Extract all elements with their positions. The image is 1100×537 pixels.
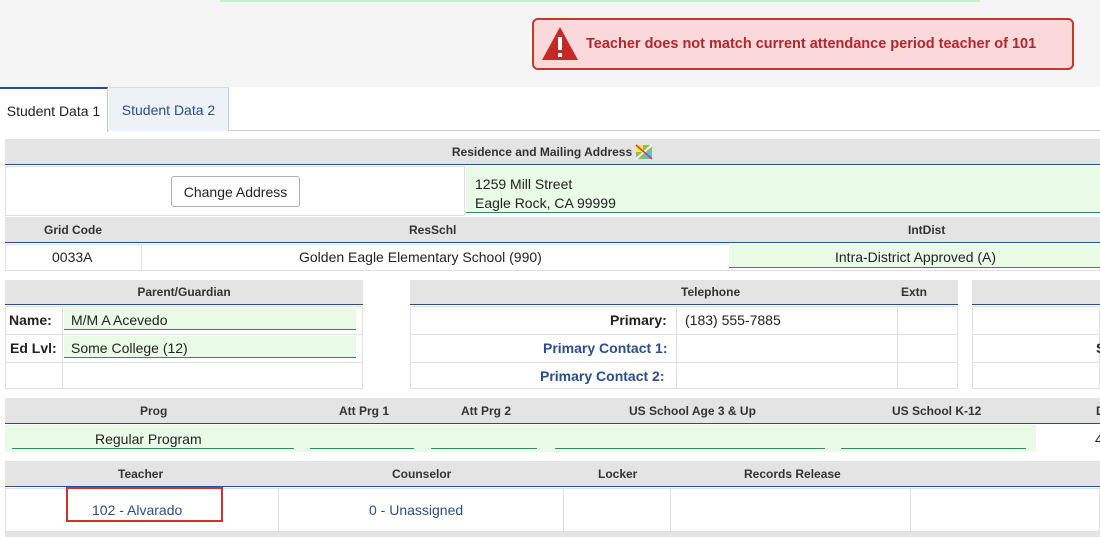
locker-header: Locker xyxy=(598,467,638,481)
ed-lvl-value: Some College (12) xyxy=(71,340,188,356)
right-edge-label: S xyxy=(1096,340,1100,356)
prog-value: Regular Program xyxy=(95,431,202,447)
tab-student-data-2[interactable]: Student Data 2 xyxy=(109,87,229,131)
att-prg-1-header: Att Prg 1 xyxy=(339,404,390,418)
right-header xyxy=(972,280,1100,305)
att-prg-1-field[interactable] xyxy=(310,425,414,449)
divider xyxy=(62,306,63,389)
divider xyxy=(5,362,363,363)
edge-value: 4 xyxy=(1095,431,1100,447)
change-address-button[interactable]: Change Address xyxy=(171,176,300,207)
counselor-header: Counselor xyxy=(392,467,452,481)
resschl-value: Golden Eagle Elementary School (990) xyxy=(299,249,542,265)
grid-code-value: 0033A xyxy=(52,249,93,265)
divider xyxy=(5,334,363,335)
divider xyxy=(563,488,564,532)
divider xyxy=(141,244,142,271)
divider xyxy=(910,488,911,532)
warning-icon xyxy=(542,27,578,60)
us-school-age-header: US School Age 3 & Up xyxy=(629,404,756,418)
ed-lvl-label: Ed Lvl: xyxy=(10,340,57,356)
divider xyxy=(972,334,1100,335)
intdist-header: IntDist xyxy=(908,223,946,237)
divider xyxy=(278,488,279,532)
staff-header-row xyxy=(5,461,1100,487)
prog-header: Prog xyxy=(140,404,168,418)
alert-message: Teacher does not match current attendanc… xyxy=(586,36,1037,52)
teacher-header: Teacher xyxy=(118,467,164,481)
address-line-1: 1259 Mill Street xyxy=(475,176,573,192)
primary-contact-2-link[interactable]: Primary Contact 2: xyxy=(540,368,664,384)
extn-header: Extn xyxy=(901,285,928,299)
telephone-table xyxy=(410,306,958,389)
name-label: Name: xyxy=(9,312,52,328)
resschl-header: ResSchl xyxy=(409,223,457,237)
parent-header: Parent/Guardian xyxy=(5,280,363,305)
divider xyxy=(897,306,898,389)
divider xyxy=(410,334,958,335)
divider xyxy=(410,362,958,363)
edge-header: D xyxy=(1096,404,1100,418)
parent-name-value: M/M A Acevedo xyxy=(71,312,168,328)
us-school-age-field[interactable] xyxy=(555,425,825,449)
right-table xyxy=(972,306,1100,389)
records-release-header: Records Release xyxy=(744,467,841,481)
grid-code-header: Grid Code xyxy=(44,223,103,237)
address-header-label: Residence and Mailing Address xyxy=(451,144,633,159)
primary-phone-value: (183) 555-7885 xyxy=(685,312,781,328)
tab-student-data-1[interactable]: Student Data 1 xyxy=(0,87,108,132)
teacher-link[interactable]: 102 - Alvarado xyxy=(92,502,182,518)
att-prg-2-header: Att Prg 2 xyxy=(461,404,512,418)
divider xyxy=(670,488,671,532)
address-line-2: Eagle Rock, CA 99999 xyxy=(475,195,616,211)
telephone-header: Telephone xyxy=(681,285,741,299)
att-prg-2-field[interactable] xyxy=(431,425,537,449)
tab-bar: Student Data 1 Student Data 2 xyxy=(0,87,1100,132)
divider xyxy=(972,362,1100,363)
top-accent-line xyxy=(220,0,980,2)
map-icon[interactable] xyxy=(635,143,653,160)
divider xyxy=(676,306,677,389)
error-alert: Teacher does not match current attendanc… xyxy=(532,18,1074,70)
intdist-value: Intra-District Approved (A) xyxy=(835,249,997,265)
bottom-bar xyxy=(5,532,1100,537)
primary-label: Primary: xyxy=(610,312,667,328)
counselor-link[interactable]: 0 - Unassigned xyxy=(369,502,463,518)
us-school-k12-field[interactable] xyxy=(841,425,1026,449)
primary-contact-1-link[interactable]: Primary Contact 1: xyxy=(543,340,667,356)
us-school-k12-header: US School K-12 xyxy=(892,404,982,418)
address-header: Residence and Mailing Address xyxy=(5,139,1100,165)
